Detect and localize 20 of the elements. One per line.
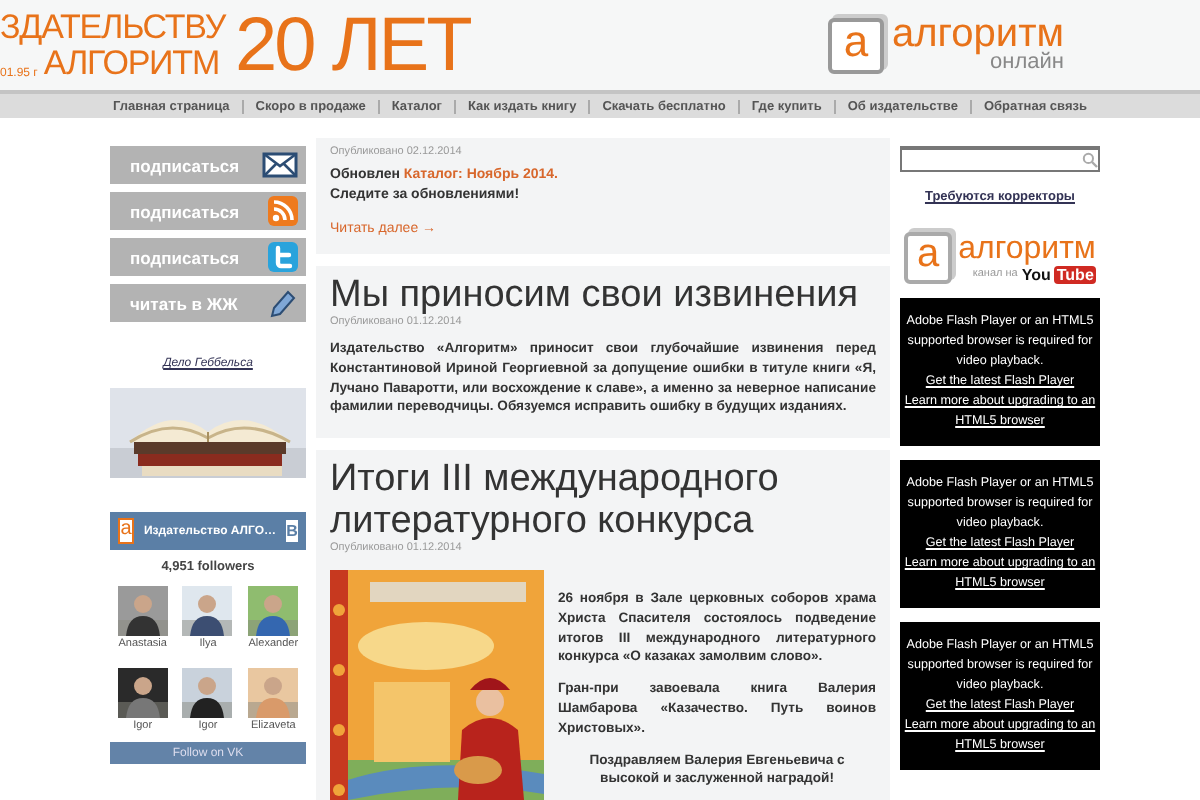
banner-title: АЛГОРИТМ — [43, 45, 220, 81]
post-title[interactable]: Итоги III международного литературного конкурса — [330, 458, 876, 543]
logo-subtitle: онлайн — [990, 52, 1064, 74]
envelope-icon — [262, 152, 298, 178]
post-title[interactable]: Мы приносим свои извинения — [330, 274, 876, 316]
logo-mark[interactable]: а — [828, 17, 885, 73]
logo-mark[interactable]: а — [904, 232, 953, 284]
banner-headline: 20 ЛЕТ — [235, 7, 470, 83]
rss-icon — [268, 196, 298, 226]
pencil-icon — [268, 288, 298, 318]
search-field[interactable] — [900, 146, 1100, 172]
vk-badge: В — [286, 520, 298, 542]
banner-title: ЗДАТЕЛЬСТВУ — [0, 9, 226, 45]
logo-title[interactable]: алгоритм — [892, 16, 1064, 52]
youtube-logo-text[interactable]: Tube — [1054, 265, 1096, 283]
youtube-logo-text[interactable]: You — [1021, 265, 1051, 283]
twitter-icon — [268, 242, 298, 272]
channel-title[interactable]: алгоритм — [958, 233, 1096, 265]
search-icon[interactable] — [1082, 152, 1098, 168]
logo-mark: а — [118, 518, 134, 544]
